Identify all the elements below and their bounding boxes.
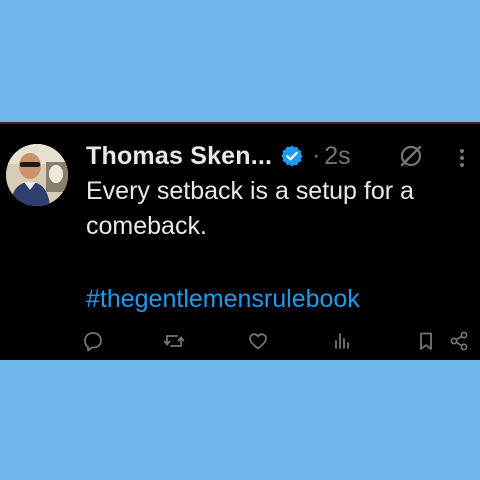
like-icon[interactable] [247,330,269,352]
bookmark-icon[interactable] [415,330,437,352]
avatar[interactable] [6,144,68,206]
more-options-icon[interactable] [452,146,472,170]
reply-icon[interactable] [82,330,104,352]
views-icon[interactable] [331,330,353,352]
author-name[interactable]: Thomas Sken... [86,142,272,171]
header-separator: · [312,142,321,169]
share-icon[interactable] [448,330,470,352]
verified-badge-icon [280,144,304,168]
timestamp[interactable]: 2s [324,142,350,171]
hashtag-link[interactable]: #thegentlemensrulebook [86,282,360,316]
grok-icon[interactable] [397,142,425,170]
tweet-header: Thomas Sken... · 2s [86,139,351,173]
avatar-photo [6,144,68,206]
repost-icon[interactable] [163,330,185,352]
tweet-text: Every setback is a setup for a comeback. [86,177,414,240]
